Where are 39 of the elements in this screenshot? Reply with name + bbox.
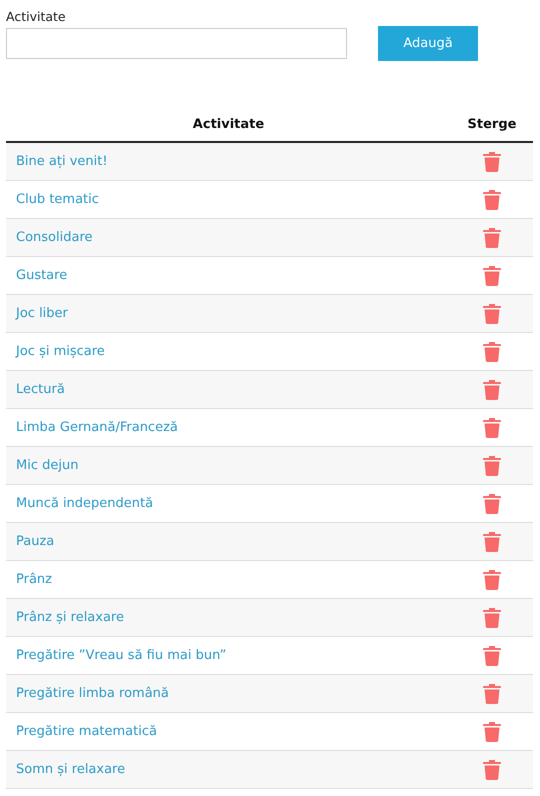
trash-icon[interactable] bbox=[483, 494, 501, 514]
activity-link[interactable]: Pregătire matematică bbox=[16, 724, 157, 739]
activity-link[interactable]: Prânz și relaxare bbox=[16, 610, 124, 625]
trash-icon[interactable] bbox=[483, 532, 501, 552]
trash-icon[interactable] bbox=[483, 190, 501, 210]
trash-icon[interactable] bbox=[483, 570, 501, 590]
activity-link[interactable]: Pregătire limba română bbox=[16, 686, 169, 701]
trash-icon[interactable] bbox=[483, 646, 501, 666]
input-field[interactable] bbox=[6, 28, 347, 59]
activity-link[interactable]: Mic dejun bbox=[16, 458, 78, 473]
trash-icon[interactable] bbox=[483, 684, 501, 704]
trash-icon[interactable] bbox=[483, 152, 501, 172]
activity-link[interactable]: Lectură bbox=[16, 382, 65, 397]
activity-link[interactable]: Prânz bbox=[16, 572, 52, 587]
trash-icon[interactable] bbox=[483, 608, 501, 628]
activity-link[interactable]: Pauza bbox=[16, 534, 54, 549]
trash-icon[interactable] bbox=[483, 418, 501, 438]
activity-link[interactable]: Muncă independentă bbox=[16, 496, 154, 511]
trash-icon[interactable] bbox=[483, 380, 501, 400]
trash-icon[interactable] bbox=[483, 266, 501, 286]
field-label: Activitate bbox=[6, 9, 67, 24]
add-button[interactable]: Adaugă bbox=[378, 26, 478, 61]
activity-link[interactable]: Pregătire ”Vreau să fiu mai bun” bbox=[16, 648, 226, 663]
trash-icon[interactable] bbox=[483, 760, 501, 780]
trash-icon[interactable] bbox=[483, 722, 501, 742]
activity-link[interactable]: Limba Gernană/Franceză bbox=[16, 420, 178, 435]
activity-link[interactable]: Gustare bbox=[16, 268, 68, 283]
activity-link[interactable]: Bine ați venit! bbox=[16, 154, 108, 169]
activity-link[interactable]: Joc și mișcare bbox=[16, 344, 105, 359]
activity-link[interactable]: Somn și relaxare bbox=[16, 762, 126, 777]
column-header: Sterge bbox=[468, 116, 516, 132]
trash-icon[interactable] bbox=[483, 228, 501, 248]
trash-icon[interactable] bbox=[483, 304, 501, 324]
trash-icon[interactable] bbox=[483, 342, 501, 362]
trash-icon[interactable] bbox=[483, 456, 501, 476]
activity-link[interactable]: Club tematic bbox=[16, 192, 99, 207]
activity-link[interactable]: Joc liber bbox=[16, 306, 68, 321]
activity-link[interactable]: Consolidare bbox=[16, 230, 92, 245]
column-header: Activitate bbox=[192, 116, 264, 132]
